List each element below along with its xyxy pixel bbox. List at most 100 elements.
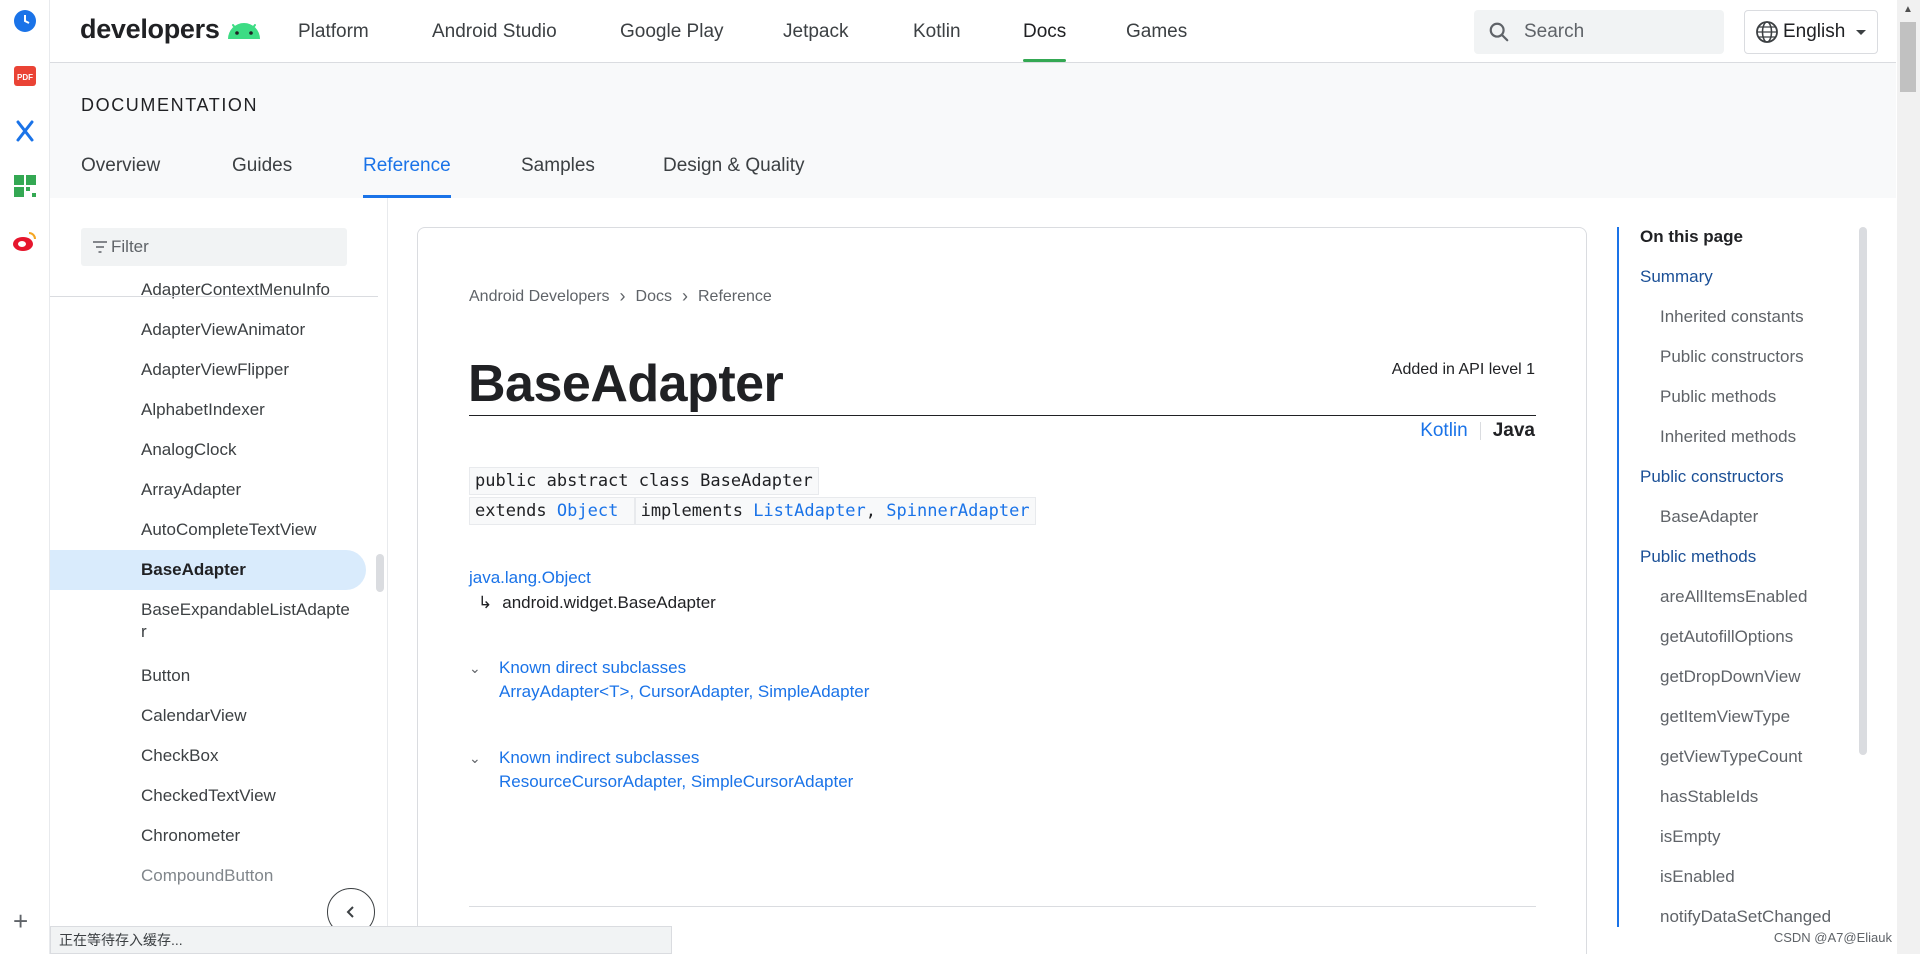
toc-item[interactable]: getDropDownView [1660, 667, 1800, 687]
inheritance-arrow-icon: ↳ [478, 593, 493, 612]
search-box[interactable]: Search [1474, 10, 1724, 54]
nav-jetpack[interactable]: Jetpack [783, 0, 848, 63]
sidebar-item[interactable]: BaseExpandableListAdapter [50, 590, 366, 656]
toc-item[interactable]: Public methods [1640, 547, 1756, 567]
nav-platform[interactable]: Platform [298, 0, 369, 63]
watermark: CSDN @A7@Eliauk [1773, 930, 1892, 945]
page-scrollbar[interactable]: ▲ [1897, 0, 1920, 954]
toc-item[interactable]: areAllItemsEnabled [1660, 587, 1807, 607]
chevron-left-icon [346, 906, 354, 918]
browser-status-bar: 正在等待存入缓存... [50, 926, 672, 954]
class-inheritance-signature: extends Object implements ListAdapter, S… [469, 497, 1036, 525]
direct-subclasses-toggle[interactable]: ⌄ Known direct subclasses [469, 658, 869, 678]
chevron-down-icon: ⌄ [469, 659, 481, 676]
sidebar-item[interactable]: AutoCompleteTextView [50, 510, 370, 550]
inheritance-root-link[interactable]: java.lang.Object [469, 568, 591, 588]
tab-reference[interactable]: Reference [363, 155, 451, 198]
toc-item[interactable]: notifyDataSetChanged [1660, 907, 1831, 927]
filter-icon [93, 241, 107, 253]
weibo-icon[interactable] [12, 228, 38, 254]
nav-google-play[interactable]: Google Play [620, 0, 724, 63]
toc-scrollbar[interactable] [1859, 227, 1867, 755]
nav-kotlin[interactable]: Kotlin [913, 0, 961, 63]
toc-item[interactable]: Summary [1640, 267, 1713, 287]
sidebar-scrollbar[interactable] [376, 554, 384, 592]
pdf-icon[interactable]: PDF [12, 63, 38, 89]
breadcrumb-link[interactable]: Reference [698, 288, 772, 306]
toc-item[interactable]: Public constructors [1640, 467, 1784, 487]
sidebar-item[interactable]: Chronometer [50, 816, 370, 856]
sidebar-item[interactable]: ArrayAdapter [50, 470, 370, 510]
nav-games[interactable]: Games [1126, 0, 1187, 63]
sidebar-item[interactable]: AdapterViewFlipper [50, 350, 370, 390]
filter-input[interactable]: Filter [81, 228, 347, 266]
main-content: Android Developers › Docs › Reference Ad… [417, 227, 1587, 954]
breadcrumb: Android Developers › Docs › Reference [469, 286, 772, 307]
top-header: developers Platform Android Studio Googl… [50, 0, 1896, 63]
sidebar-item[interactable]: CompoundButton [50, 856, 370, 896]
implements-keyword: implements [640, 501, 743, 521]
search-placeholder: Search [1524, 21, 1585, 42]
indirect-subclasses-list[interactable]: ResourceCursorAdapter, SimpleCursorAdapt… [499, 772, 853, 792]
sidebar-divider [50, 296, 378, 297]
sidebar-item[interactable]: CheckedTextView [50, 776, 370, 816]
scroll-up-icon[interactable]: ▲ [1903, 4, 1913, 15]
logo-text: developers [80, 14, 220, 44]
api-level-label: Added in API level 1 [1391, 361, 1535, 378]
toc-item[interactable]: getAutofillOptions [1660, 627, 1793, 647]
xmind-icon[interactable] [12, 118, 38, 144]
kotlin-tab[interactable]: Kotlin [1420, 420, 1468, 442]
clock-icon[interactable] [12, 8, 38, 34]
signature-declaration: public abstract class BaseAdapter [469, 467, 819, 495]
sidebar-item[interactable]: CheckBox [50, 736, 370, 776]
page-scrollbar-thumb[interactable] [1900, 22, 1916, 92]
on-this-page-toc: On this page Summary Inherited constants… [1617, 227, 1857, 927]
dropdown-arrow-icon [1856, 30, 1867, 35]
breadcrumb-link[interactable]: Docs [636, 288, 672, 306]
toc-item[interactable]: Public methods [1660, 387, 1776, 407]
tab-overview[interactable]: Overview [81, 155, 160, 198]
globe-icon [1756, 21, 1778, 43]
sidebar-item[interactable]: AnalogClock [50, 430, 370, 470]
language-label: English [1783, 21, 1846, 42]
java-tab[interactable]: Java [1493, 420, 1535, 442]
nav-android-studio[interactable]: Android Studio [432, 0, 557, 63]
title-divider [469, 415, 1536, 416]
direct-subclasses-list[interactable]: ArrayAdapter<T>, CursorAdapter, SimpleAd… [499, 682, 869, 702]
developers-logo[interactable]: developers [80, 14, 262, 45]
toc-item[interactable]: getViewTypeCount [1660, 747, 1802, 767]
tab-design-quality[interactable]: Design & Quality [663, 155, 805, 198]
breadcrumb-link[interactable]: Android Developers [469, 288, 610, 306]
sidebar-item[interactable]: AlphabetIndexer [50, 390, 370, 430]
sidebar-item[interactable]: AdapterContextMenuInfo [50, 270, 370, 310]
sidebar-item[interactable]: Button [50, 656, 370, 696]
language-select[interactable]: English [1744, 10, 1878, 54]
listadapter-link[interactable]: ListAdapter [753, 501, 866, 521]
extends-box: extends Object [469, 497, 635, 525]
apps-grid-icon[interactable] [12, 173, 38, 199]
tab-samples[interactable]: Samples [521, 155, 595, 198]
toc-item[interactable]: BaseAdapter [1660, 507, 1758, 527]
toc-item[interactable]: isEnabled [1660, 867, 1735, 887]
search-icon [1489, 22, 1509, 42]
toc-item[interactable]: Inherited constants [1660, 307, 1804, 327]
implements-separator: , [865, 501, 877, 521]
toc-item[interactable]: getItemViewType [1660, 707, 1790, 727]
language-switcher: Kotlin Java [1420, 420, 1535, 442]
object-link[interactable]: Object [557, 501, 618, 521]
sidebar-item[interactable]: AdapterViewAnimator [50, 310, 370, 350]
sidebar-item-selected[interactable]: BaseAdapter [50, 550, 366, 590]
add-icon[interactable]: + [13, 908, 28, 934]
toc-item[interactable]: Inherited methods [1660, 427, 1796, 447]
toc-item[interactable]: hasStableIds [1660, 787, 1758, 807]
direct-subclasses: ⌄ Known direct subclasses ArrayAdapter<T… [469, 658, 869, 702]
extends-keyword: extends [475, 501, 547, 521]
indirect-subclasses-toggle[interactable]: ⌄ Known indirect subclasses [469, 748, 853, 768]
spinneradapter-link[interactable]: SpinnerAdapter [886, 501, 1029, 521]
sidebar-item[interactable]: CalendarView [50, 696, 370, 736]
chevron-down-icon: ⌄ [469, 749, 481, 766]
tab-guides[interactable]: Guides [232, 155, 292, 198]
nav-docs[interactable]: Docs [1023, 0, 1067, 63]
toc-item[interactable]: isEmpty [1660, 827, 1720, 847]
toc-item[interactable]: Public constructors [1660, 347, 1804, 367]
